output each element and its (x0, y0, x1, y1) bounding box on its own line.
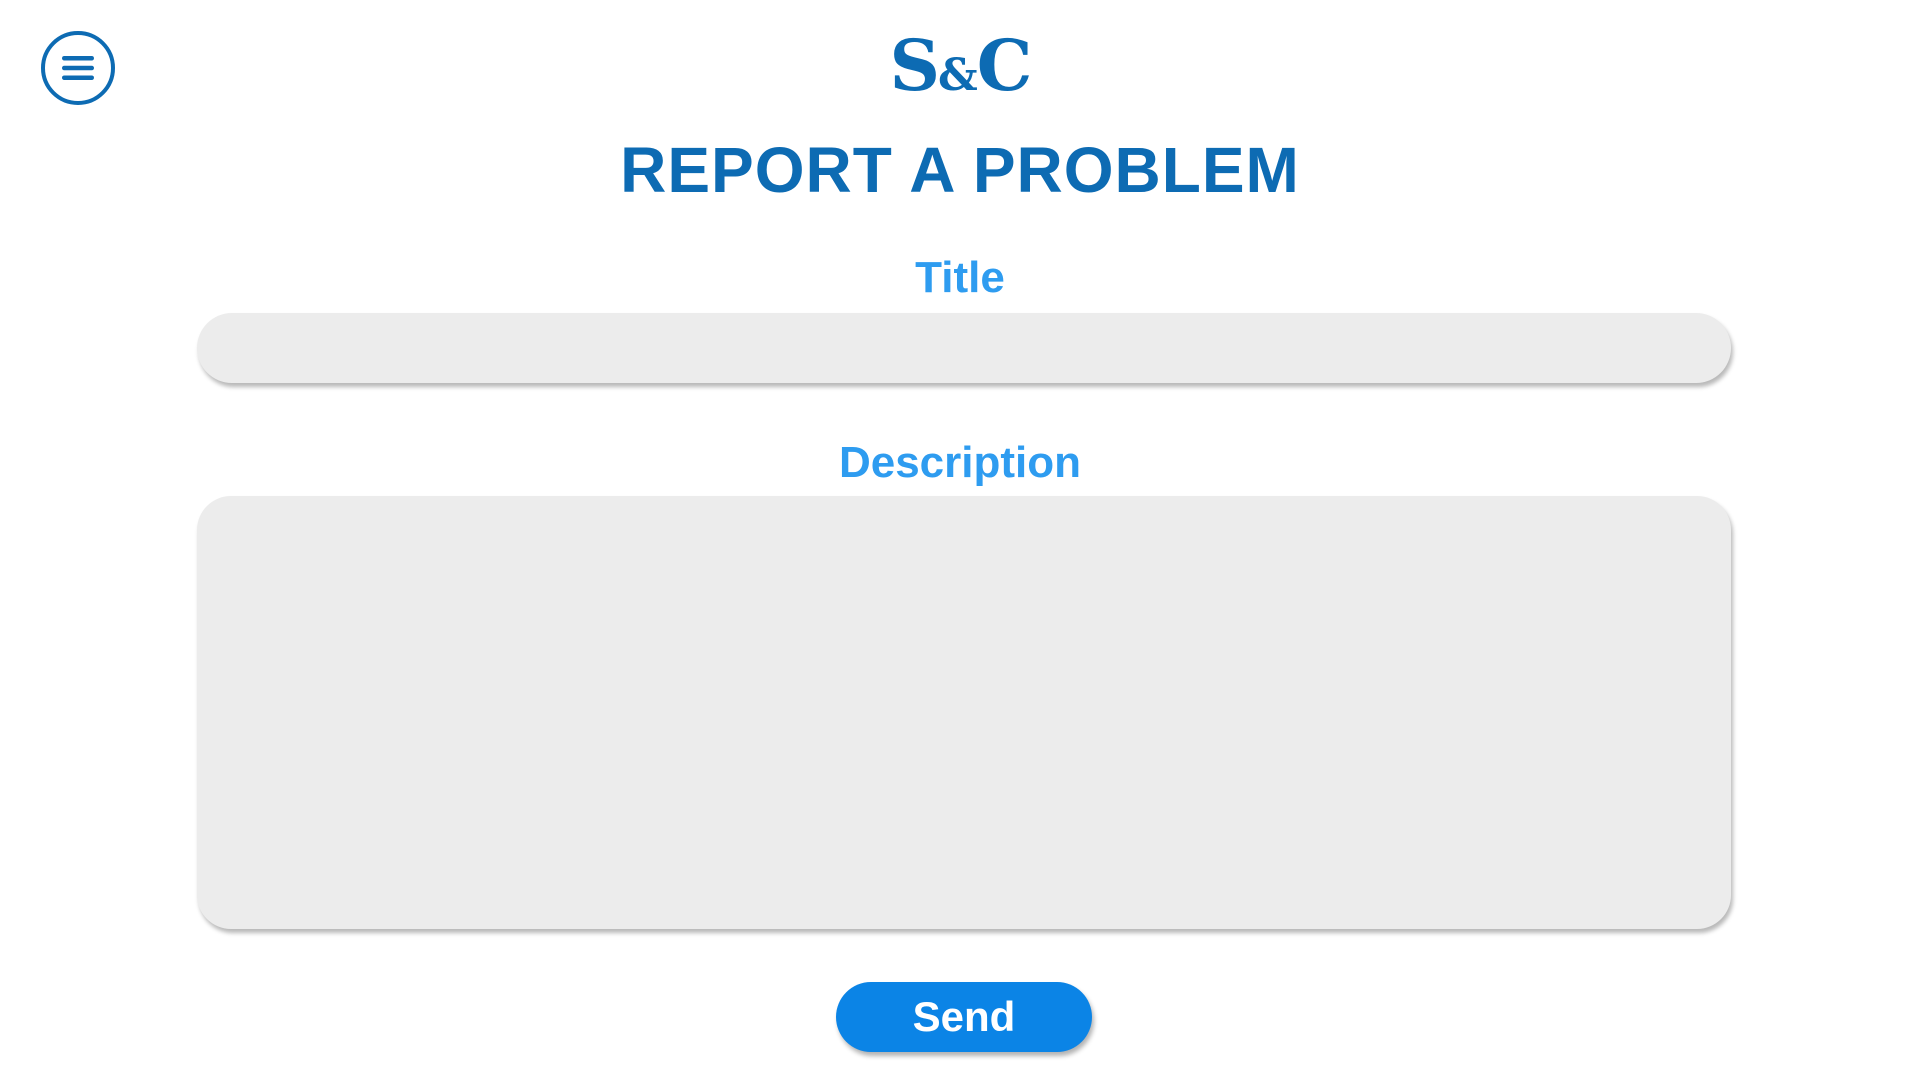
description-textarea[interactable] (197, 496, 1731, 929)
report-problem-page: S&C REPORT A PROBLEM Title Description S… (0, 0, 1920, 1080)
title-input[interactable] (197, 313, 1731, 383)
send-button[interactable]: Send (836, 982, 1092, 1052)
logo-letter-s: S (889, 24, 940, 107)
logo-ampersand: & (938, 50, 978, 101)
brand-logo: S&C (0, 26, 1920, 116)
title-label: Title (915, 253, 1005, 302)
logo-letter-c: C (976, 24, 1033, 107)
page-title: REPORT A PROBLEM (620, 134, 1300, 206)
description-label: Description (838, 438, 1082, 487)
